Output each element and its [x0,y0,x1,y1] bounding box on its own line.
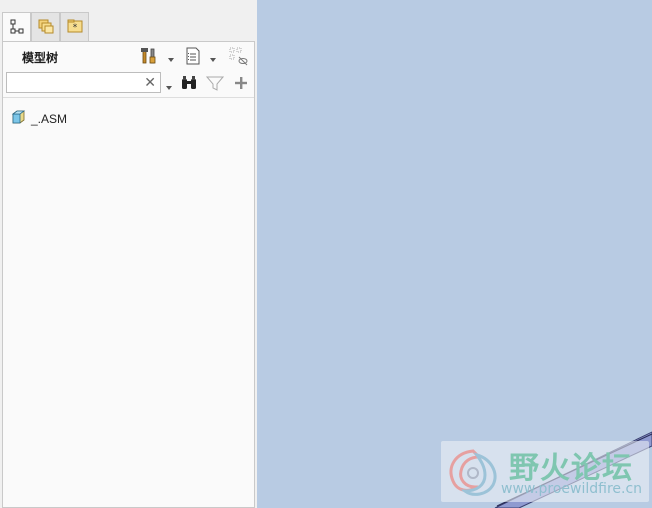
navigator-tabs: * [2,12,89,43]
find-binoculars-icon[interactable] [179,73,199,93]
watermark-url: www.proewildfire.cn [501,481,643,497]
favorites-folder-icon: * [66,17,84,38]
search-dropdown-icon[interactable] [165,80,173,90]
search-row: ✕ [3,70,254,96]
watermark-logo-icon [449,449,497,496]
tab-model-tree[interactable] [2,12,31,43]
add-icon[interactable] [231,73,251,93]
search-box: ✕ [6,72,161,93]
model-tree-toolbar: 模型树 [3,42,254,70]
folders-icon [37,17,55,38]
tree-item-label: _.ASM [31,112,68,126]
model-tree-panel: 模型树 ✕ _.ASM [2,41,255,508]
clear-search-button[interactable]: ✕ [144,75,156,90]
toolbar-divider [3,97,254,98]
navigator-panel: * 模型树 ✕ _.ASM [0,0,257,508]
show-dropdown-icon[interactable] [209,52,217,62]
show-list-icon[interactable] [183,46,203,66]
assembly-icon [11,110,26,128]
filter-icon[interactable] [205,73,225,93]
app-root: * 模型树 ✕ _.ASM 野火论坛 www.proewildfire.cn [0,0,652,508]
tree-item-assembly[interactable]: _.ASM [11,110,67,128]
forum-watermark: 野火论坛 www.proewildfire.cn [441,441,649,502]
search-input[interactable] [9,75,139,90]
panel-title: 模型树 [22,51,59,65]
tree-icon [9,19,25,38]
tab-favorites[interactable]: * [60,12,89,42]
tab-folder-browser[interactable] [31,12,60,42]
settings-tools-icon[interactable] [139,46,159,66]
graphics-window[interactable]: 野火论坛 www.proewildfire.cn [257,0,652,508]
model-edge-geometry [494,431,652,508]
svg-text:*: * [72,23,77,33]
hide-toggle-icon[interactable] [229,46,249,66]
settings-dropdown-icon[interactable] [167,52,175,62]
